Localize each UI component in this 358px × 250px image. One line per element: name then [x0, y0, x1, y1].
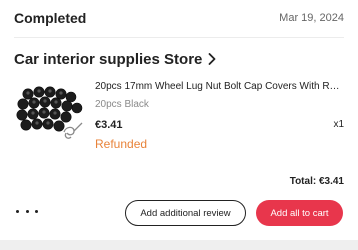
product-price: €3.41 — [95, 119, 123, 131]
product-image[interactable] — [14, 84, 86, 142]
product-variant: 20pcs Black — [95, 99, 149, 110]
section-separator — [0, 240, 358, 250]
store-link[interactable]: Car interior supplies Store — [14, 48, 216, 70]
dot — [25, 209, 29, 213]
chevron-right-icon — [208, 53, 216, 65]
divider — [14, 37, 344, 38]
total-label: Total: — [289, 176, 317, 187]
more-dots-icon[interactable] — [16, 204, 38, 218]
order-status-row: Completed Mar 19, 2024 — [0, 0, 358, 36]
item-status: Refunded — [95, 137, 148, 151]
order-status: Completed — [14, 10, 87, 26]
order-total: Total: €3.41 — [290, 176, 344, 187]
product-title[interactable]: 20pcs 17mm Wheel Lug Nut Bolt Cap Covers… — [95, 81, 344, 92]
product-quantity: x1 — [333, 119, 344, 130]
order-date: Mar 19, 2024 — [279, 12, 344, 24]
add-review-button[interactable]: Add additional review — [125, 200, 246, 226]
add-all-to-cart-button[interactable]: Add all to cart — [256, 200, 343, 226]
dot — [35, 209, 38, 213]
store-name: Car interior supplies Store — [14, 50, 203, 68]
total-value: €3.41 — [318, 176, 344, 187]
dot — [16, 209, 19, 213]
